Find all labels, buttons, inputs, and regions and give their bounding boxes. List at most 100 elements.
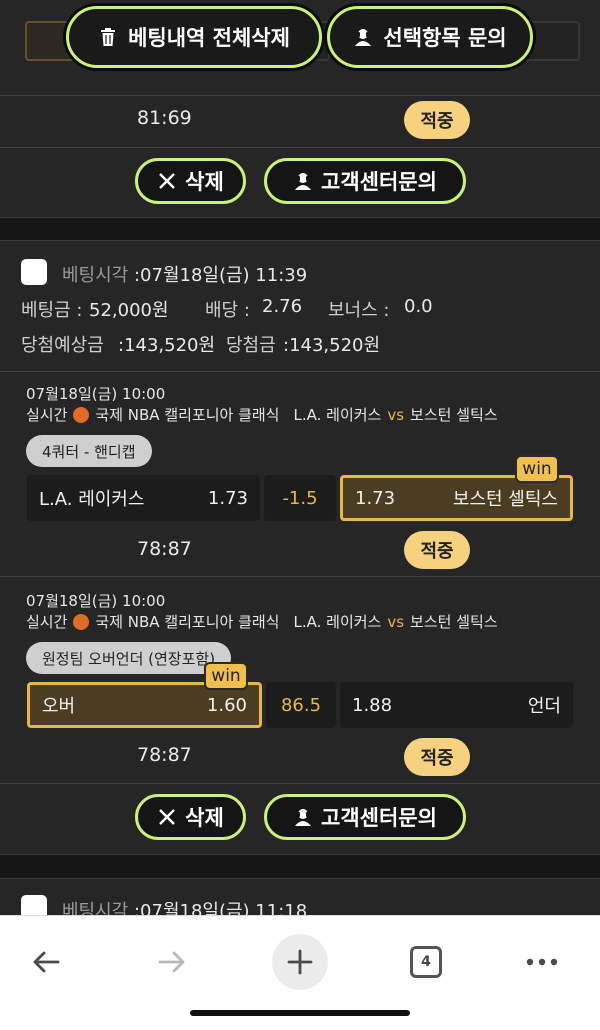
stake-row: 베팅금 : <box>21 296 82 322</box>
new-tab-button[interactable] <box>270 932 330 992</box>
tabs-button[interactable]: 4 <box>396 932 456 992</box>
away-team: 보스턴 셀틱스 <box>410 613 498 631</box>
result-badge: 적중 <box>404 101 470 139</box>
tab-count: 4 <box>410 946 442 978</box>
under-option-name: 언더 <box>527 696 561 717</box>
inquire-selected-label: 선택항목 문의 <box>383 26 507 50</box>
delete-all-label: 베팅내역 전체삭제 <box>128 26 290 50</box>
match-score: 78:87 <box>137 538 192 560</box>
odds-value: 2.76 <box>262 296 302 317</box>
bet-time-row: 베팅시각 :07월18일(금) 11:39 <box>62 261 307 287</box>
support-button-label: 고객센터문의 <box>321 806 437 830</box>
match-score: 81:69 <box>137 107 192 129</box>
arrow-left-icon <box>33 951 60 973</box>
expected-payout-value: :143,520원 <box>118 331 215 357</box>
customer-support-button[interactable]: 고객센터문의 <box>264 794 466 840</box>
trash-icon <box>101 28 116 46</box>
home-indicator <box>190 1010 410 1016</box>
delete-button-label: 삭제 <box>185 170 224 194</box>
support-agent-icon <box>295 173 312 190</box>
bet-time-value: :07월18일(금) 11:18 <box>133 901 308 915</box>
forward-button[interactable] <box>142 932 202 992</box>
over-option-name: 오버 <box>42 696 76 717</box>
delete-all-history-button[interactable]: 베팅내역 전체삭제 <box>66 6 322 68</box>
basketball-icon <box>73 406 90 423</box>
bet-card-next: 베팅시각 :07월18일(금) 11:18 <box>0 878 600 915</box>
support-button-label: 고객센터문의 <box>321 170 437 194</box>
match-info: 실시간 국제 NBA 캘리포니아 클래식 L.A. 레이커스 vs 보스턴 셀틱… <box>26 404 498 425</box>
won-amount-label: 당첨금 <box>226 335 276 356</box>
bet-time-row: 베팅시각 :07월18일(금) 11:18 <box>62 897 307 915</box>
stake-label: 베팅금 : <box>21 300 83 321</box>
divider <box>0 147 600 148</box>
stake-value-text: 52,000원 <box>89 300 169 321</box>
bet-card: 베팅시각 :07월18일(금) 11:39 베팅금 : 52,000원 배당 :… <box>0 240 600 855</box>
under-odds-cell[interactable]: 1.88 언더 <box>340 682 573 728</box>
won-amount-value: :143,520원 <box>283 331 380 357</box>
plus-icon <box>272 934 328 990</box>
select-checkbox[interactable] <box>21 895 47 915</box>
expected-payout-text: :143,520원 <box>118 335 216 356</box>
bet-time-label: 베팅시각 <box>62 265 129 286</box>
inquire-selected-button[interactable]: 선택항목 문의 <box>327 6 533 68</box>
expected-payout-label: 당첨예상금 <box>21 335 104 356</box>
away-option-name: 보스턴 셀틱스 <box>452 489 558 510</box>
total-line-cell: 86.5 <box>266 682 336 728</box>
arrow-right-icon <box>158 951 185 973</box>
bet-type: 실시간 <box>26 406 68 424</box>
home-option-name: L.A. 레이커스 <box>39 489 145 510</box>
result-badge: 적중 <box>404 531 470 569</box>
more-menu-button[interactable] <box>512 932 572 992</box>
match-score: 78:87 <box>137 744 192 766</box>
top-action-bar: 베팅내역 전체삭제 선택항목 문의 <box>0 0 600 78</box>
vs-label: vs <box>387 612 405 631</box>
match-datetime: 07월18일(금) 10:00 <box>26 592 166 610</box>
match-info: 실시간 국제 NBA 캘리포니아 클래식 L.A. 레이커스 vs 보스턴 셀틱… <box>26 611 498 632</box>
match-datetime: 07월18일(금) 10:00 <box>26 385 166 403</box>
win-badge: win <box>515 455 559 483</box>
betting-history-viewport[interactable]: 81:69 적중 삭제 고객센터문의 베팅내역 전체삭제 선택항목 문의 베팅시… <box>0 0 600 915</box>
bet-time-value: :07월18일(금) 11:39 <box>133 265 308 286</box>
bet-selection: 07월18일(금) 10:00 실시간 국제 NBA 캘리포니아 클래식 L.A… <box>0 371 600 576</box>
odds-label: 배당 : <box>205 300 250 321</box>
vs-label: vs <box>387 405 405 424</box>
home-team: L.A. 레이커스 <box>293 406 382 424</box>
bet-selection: 07월18일(금) 10:00 실시간 국제 NBA 캘리포니아 클래식 L.A… <box>0 576 600 781</box>
stake-value: 52,000원 <box>89 296 169 322</box>
basketball-icon <box>73 613 90 630</box>
away-team: 보스턴 셀틱스 <box>410 406 498 424</box>
bet-time-label: 베팅시각 <box>62 901 129 915</box>
delete-button[interactable]: 삭제 <box>135 158 246 204</box>
close-icon <box>159 173 176 189</box>
delete-button[interactable]: 삭제 <box>135 794 246 840</box>
result-badge: 적중 <box>404 738 470 776</box>
select-checkbox[interactable] <box>21 259 47 285</box>
away-option-odds: 1.73 <box>355 487 396 509</box>
bonus-value: 0.0 <box>404 296 433 317</box>
won-amount-text: :143,520원 <box>283 335 381 356</box>
support-agent-icon <box>355 29 372 46</box>
handicap-line-cell: -1.5 <box>264 475 336 521</box>
over-option-odds: 1.60 <box>206 694 247 716</box>
customer-support-button[interactable]: 고객센터문의 <box>264 158 466 204</box>
league-name: 국제 NBA 캘리포니아 클래식 <box>95 613 280 631</box>
odds-value-text: 2.76 <box>262 296 303 317</box>
bet-type: 실시간 <box>26 613 68 631</box>
market-tag: 4쿼터 - 핸디캡 <box>26 435 152 467</box>
support-agent-icon <box>295 809 312 826</box>
divider <box>0 783 600 784</box>
under-option-odds: 1.88 <box>352 694 393 716</box>
win-badge: win <box>204 662 248 690</box>
home-odds-cell[interactable]: L.A. 레이커스 1.73 <box>27 475 260 521</box>
back-button[interactable] <box>16 932 76 992</box>
divider <box>0 95 600 96</box>
bonus-label: 보너스 : <box>328 300 390 321</box>
close-icon <box>159 809 176 825</box>
home-option-odds: 1.73 <box>207 487 248 509</box>
home-team: L.A. 레이커스 <box>293 613 382 631</box>
bonus-value-text: 0.0 <box>404 296 433 317</box>
market-tag: 원정팀 오버언더 (연장포함) <box>26 642 232 674</box>
league-name: 국제 NBA 캘리포니아 클래식 <box>95 406 280 424</box>
delete-button-label: 삭제 <box>185 806 224 830</box>
more-dots-icon <box>526 958 558 966</box>
